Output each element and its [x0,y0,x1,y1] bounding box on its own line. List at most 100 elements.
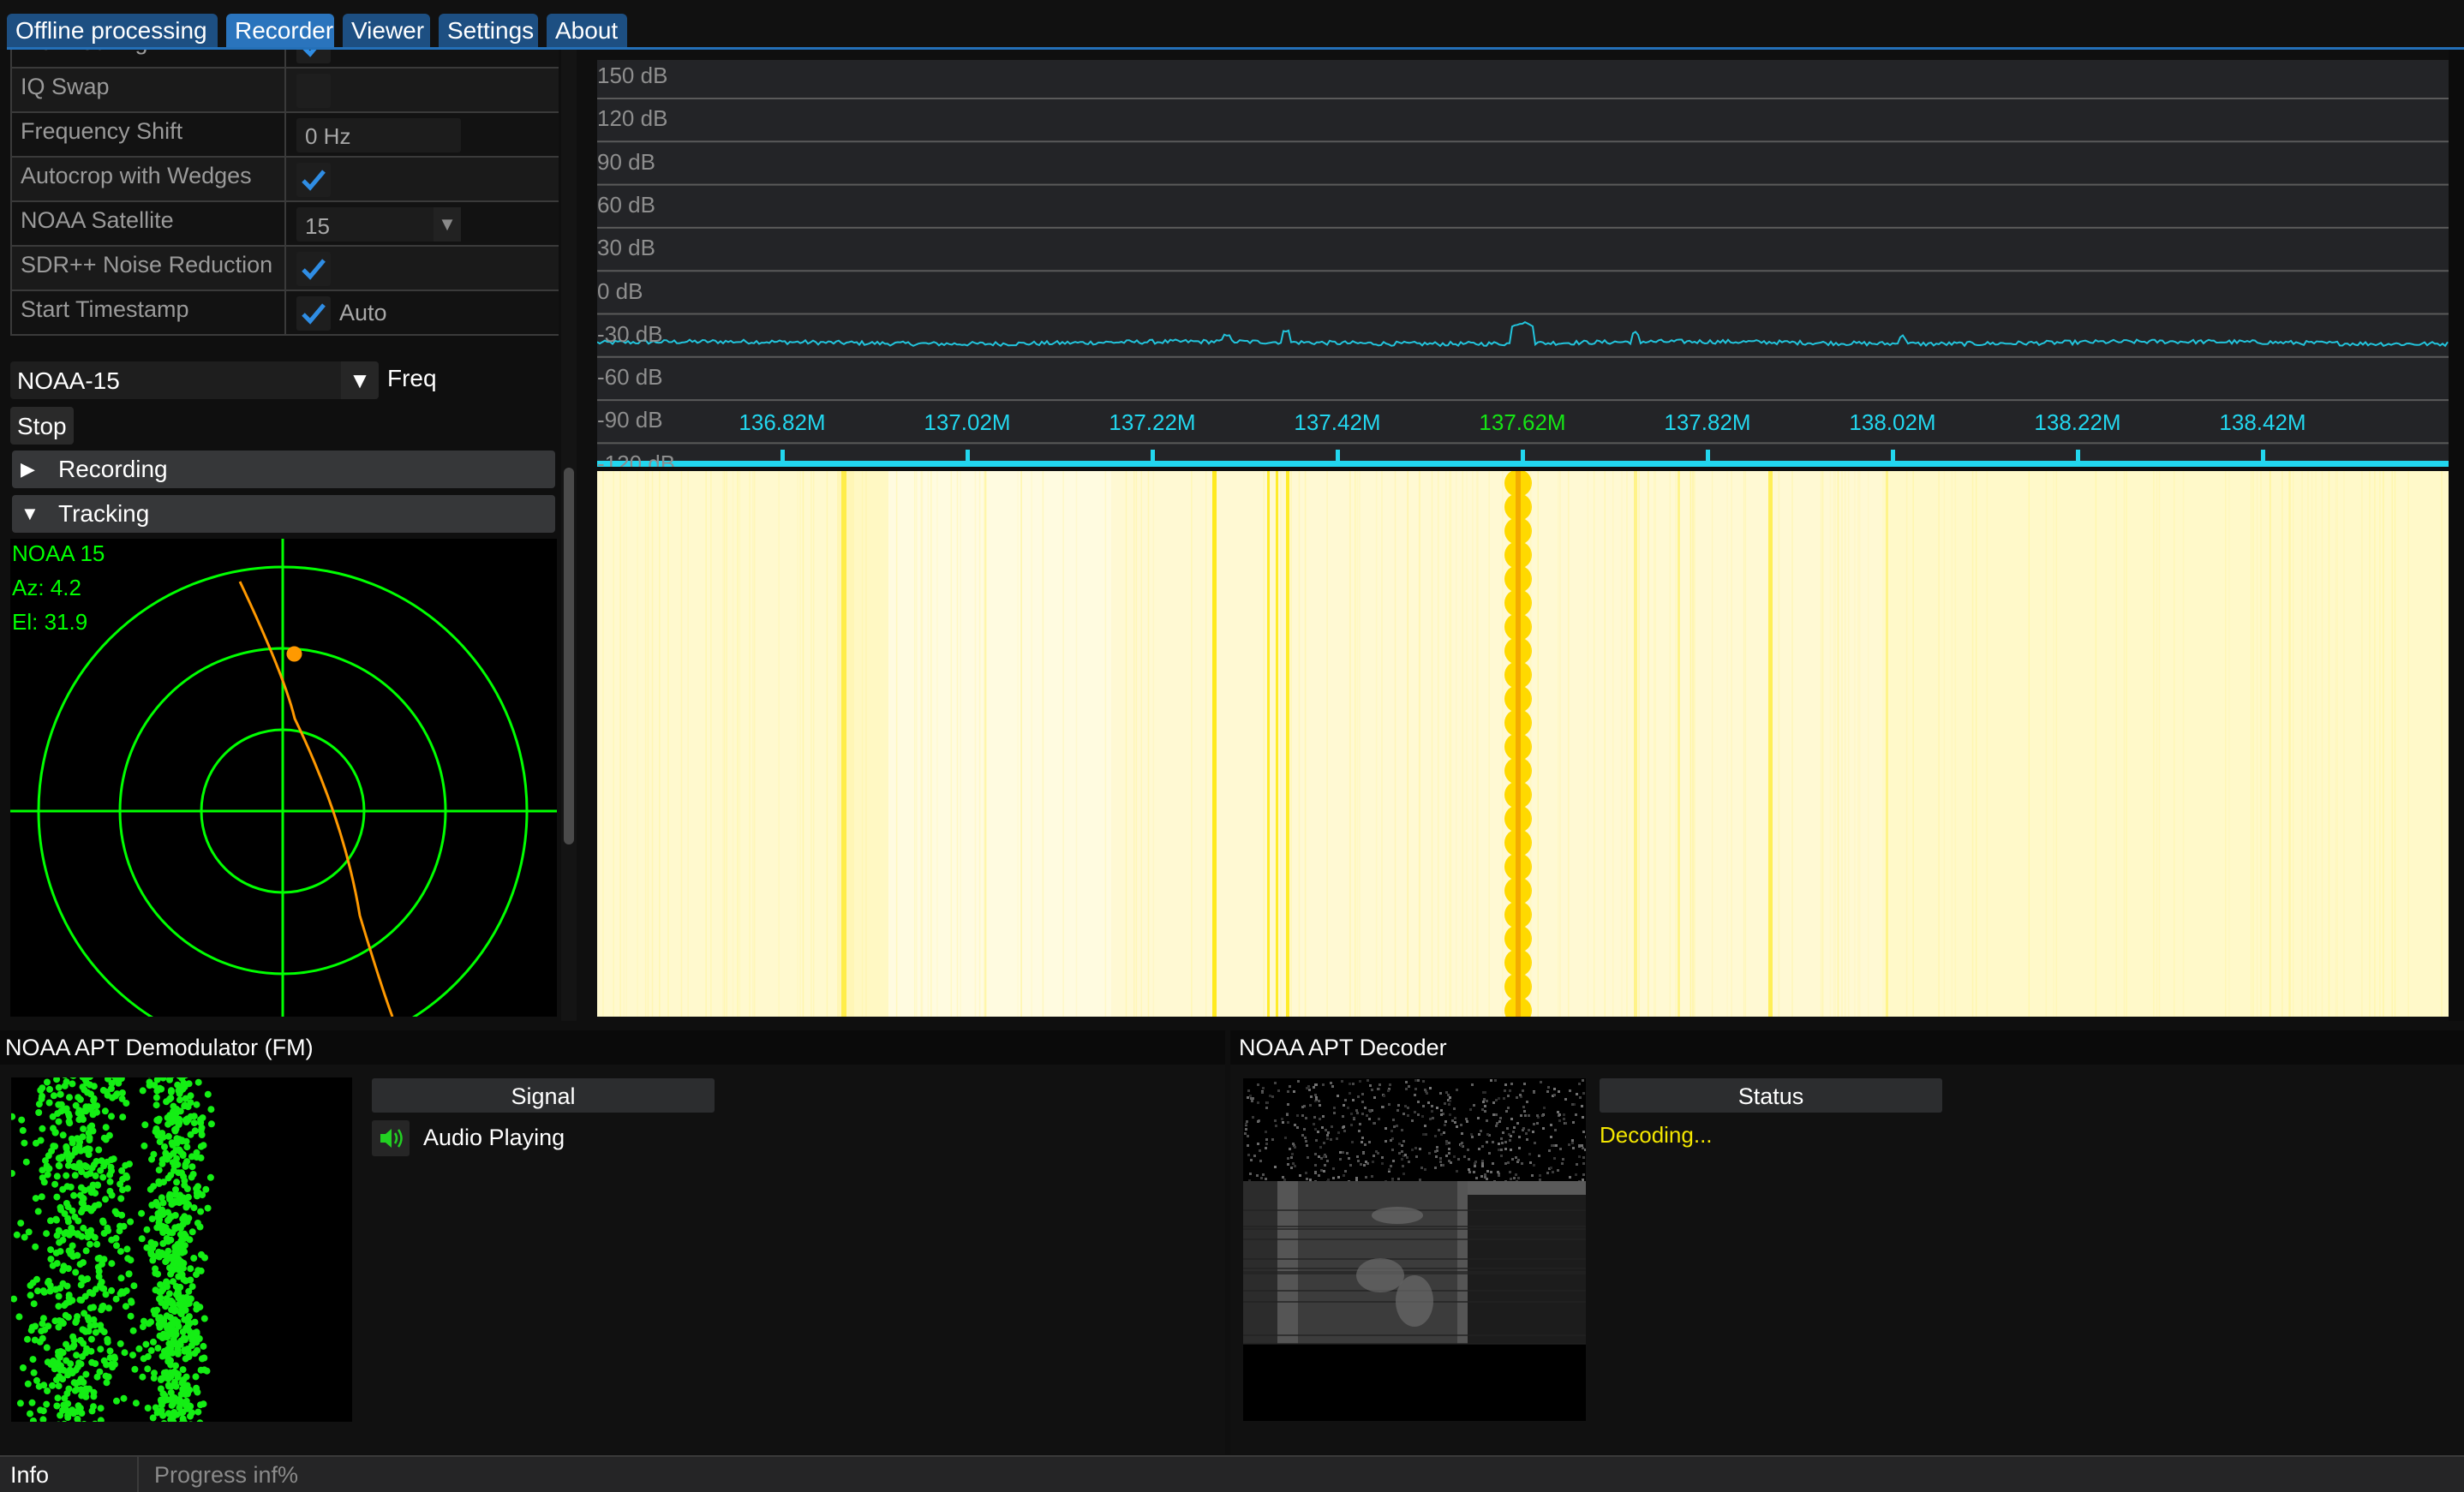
waterfall-noise-streak [625,471,627,1017]
constellation-point [33,1139,39,1147]
scrollbar-thumb[interactable] [564,468,574,844]
tab-offline-processing[interactable]: Offline processing [7,14,218,48]
tab-settings[interactable]: Settings [439,14,538,48]
apt-noise-pixel [1344,1099,1347,1101]
apt-noise-pixel [1245,1128,1247,1131]
waterfall-noise-streak [2173,471,2175,1017]
audio-toggle-button[interactable] [372,1120,410,1156]
constellation-point [124,1255,132,1262]
constellation-point [28,1399,36,1406]
apt-noise-pixel [1411,1149,1414,1151]
apt-noise-pixel [1361,1137,1364,1139]
apt-noise-pixel [1512,1131,1515,1133]
apt-noise-pixel [1362,1152,1365,1155]
waterfall-noise-streak [2379,471,2381,1017]
fft-spectrum-plot[interactable]: 150 dB 120 dB 90 dB 60 dB 30 dB 0 dB -30 dB -60… [597,60,2449,467]
db-tick-label: 0 dB [597,278,643,304]
waterfall-noise-streak [797,471,798,1017]
constellation-point [162,1333,170,1340]
apt-noise-pixel [1252,1116,1254,1119]
frequency-shift-input[interactable]: 0 Hz [296,118,461,152]
waterfall-noise-streak [1971,471,1974,1017]
apt-noise-pixel [1293,1090,1295,1093]
apt-noise-pixel [1299,1174,1301,1177]
left-panel-scrollbar[interactable] [561,50,577,1021]
apt-noise-pixel [1366,1114,1368,1117]
noaa-satellite-combo[interactable]: 15 ▼ [296,207,461,242]
apt-noise-pixel [1365,1176,1367,1179]
checkmark-icon [302,259,326,280]
constellation-point [38,1193,45,1201]
waterfall-noise-streak [865,471,867,1017]
apt-noise-pixel [1481,1108,1484,1111]
constellation-point [24,1335,31,1343]
apt-noise-pixel [1424,1125,1426,1127]
apt-noise-pixel [1492,1101,1495,1104]
apt-noise-pixel [1422,1105,1425,1107]
apt-noise-pixel [1417,1101,1420,1103]
apt-noise-pixel [1480,1130,1482,1132]
constellation-point [144,1352,152,1360]
apt-noise-pixel [1305,1117,1307,1119]
apt-noise-pixel [1500,1149,1503,1151]
waterfall-noise-streak [1488,471,1490,1017]
waterfall-noise-streak [753,471,756,1017]
satellite-select[interactable]: NOAA-15 ▼ [10,361,379,399]
constellation-point [45,1099,53,1107]
setting-label: Frequency Shift [21,118,183,144]
tracking-section-header[interactable]: ▼ Tracking [12,495,555,533]
apt-noise-pixel [1274,1119,1277,1122]
apt-noise-pixel [1289,1085,1291,1088]
autocrop-checkbox[interactable] [296,163,331,197]
apt-noise-pixel [1431,1110,1433,1113]
constellation-point [74,1251,81,1259]
constellation-point [194,1408,202,1416]
waterfall-noise-streak [1648,471,1649,1017]
iq-swap-checkbox[interactable] [296,74,331,108]
apt-noise-pixel [1483,1098,1486,1101]
constellation-point [32,1195,39,1203]
apt-noise-pixel [1503,1097,1505,1100]
constellation-point [162,1224,170,1232]
tab-about[interactable]: About [547,14,627,48]
apt-noise-pixel [1585,1136,1586,1138]
apt-noise-pixel [1419,1148,1421,1150]
constellation-svg [11,1077,215,1422]
constellation-point [182,1161,189,1168]
constellation-point [158,1375,166,1382]
constellation-point [190,1255,198,1262]
waterfall-noise-streak [1857,471,1859,1017]
start-timestamp-checkbox[interactable] [296,296,331,331]
apt-scanline-noise [1243,1258,1586,1260]
waterfall-noise-streak [623,471,625,1017]
apt-noise-pixel [1392,1160,1395,1162]
apt-noise-pixel [1411,1119,1414,1122]
apt-noise-pixel [1424,1089,1426,1091]
tab-recorder[interactable]: Recorder [226,14,334,48]
chevron-down-icon: ▼ [341,361,379,399]
waterfall-noise-streak [812,471,815,1017]
constellation-point [76,1095,84,1103]
apt-noise-pixel [1286,1113,1289,1116]
tab-viewer[interactable]: Viewer [343,14,430,48]
apt-noise-pixel [1287,1103,1289,1106]
constellation-point [43,1344,51,1352]
constellation-point [74,1415,81,1422]
constellation-point [47,1217,54,1225]
dc-blocking-checkbox[interactable] [296,50,331,63]
apt-noise-pixel [1445,1143,1448,1145]
apt-noise-pixel [1284,1137,1287,1139]
waterfall-noise-streak [749,471,751,1017]
recording-section-header[interactable]: ▶ Recording [12,451,555,488]
apt-noise-pixel [1317,1131,1319,1133]
apt-noise-pixel [1342,1115,1344,1118]
noise-reduction-checkbox[interactable] [296,252,331,286]
stop-button[interactable]: Stop [10,407,74,445]
apt-noise-pixel [1359,1123,1361,1125]
apt-noise-pixel [1547,1086,1550,1089]
constellation-point [29,1279,37,1286]
constellation-point [197,1154,205,1161]
constellation-point [22,1158,30,1166]
waterfall-display[interactable] [597,471,2449,1017]
apt-noise-pixel [1568,1143,1570,1146]
